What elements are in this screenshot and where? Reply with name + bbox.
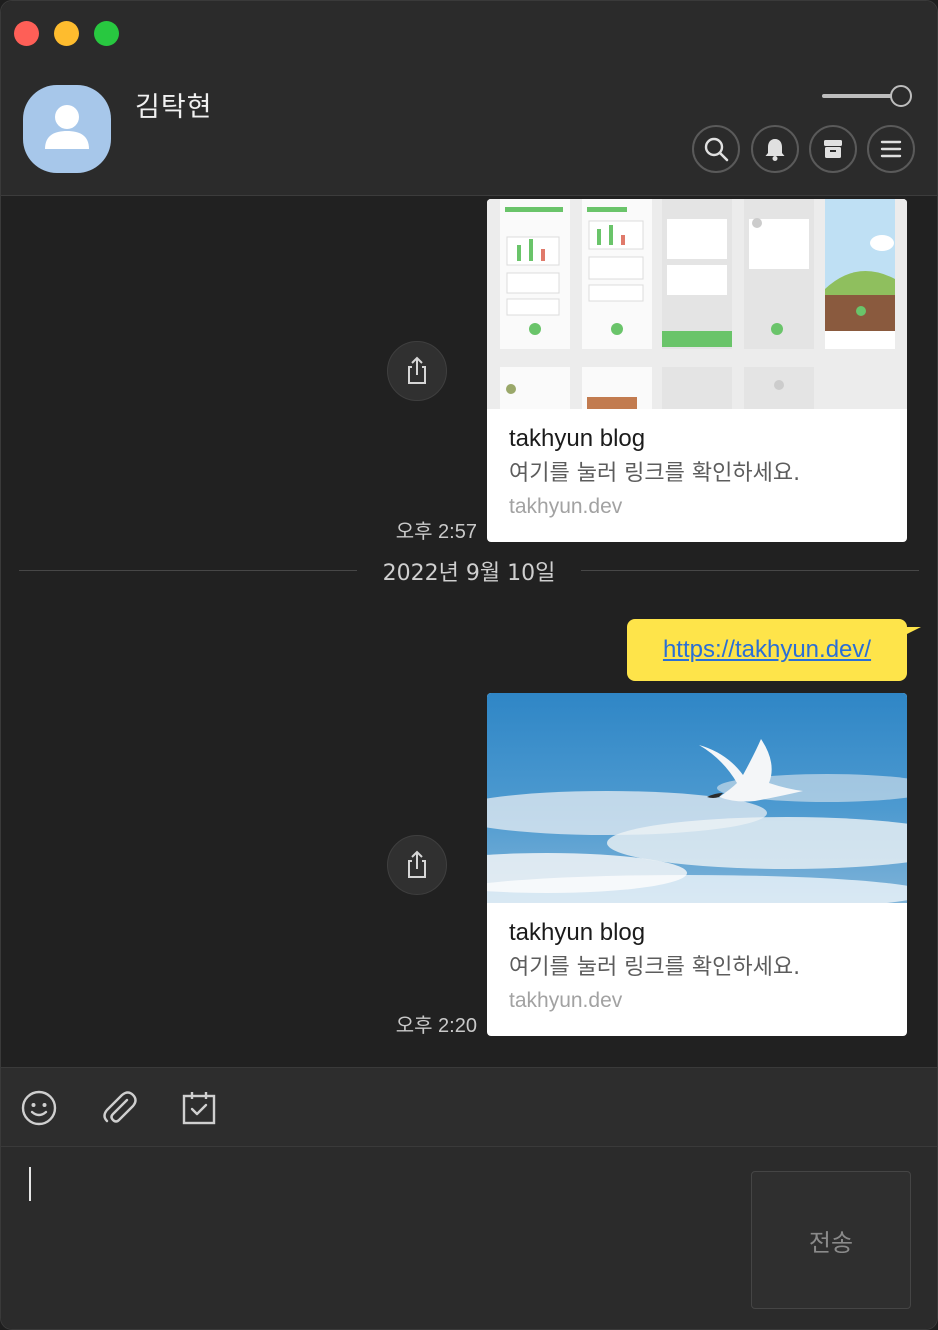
message-timestamp: 오후 2:20	[395, 1015, 477, 1037]
share-icon	[408, 850, 426, 878]
link-domain: takhyun.dev	[509, 495, 623, 518]
date-label: 2022년 9월 10일	[382, 561, 556, 586]
link-preview-card[interactable]: takhyun blog 여기를 눌러 링크를 확인하세요. takhyun.d…	[487, 199, 907, 542]
archive-button[interactable]	[809, 125, 857, 173]
link-description: 여기를 눌러 링크를 확인하세요.	[509, 461, 801, 486]
message-timestamp: 오후 2:57	[395, 521, 477, 543]
archive-icon	[824, 140, 842, 158]
search-icon	[704, 137, 729, 162]
profile-name[interactable]: 김탁현	[135, 85, 213, 124]
message-bubble[interactable]: https://takhyun.dev/	[627, 619, 907, 681]
link-preview-body: takhyun blog 여기를 눌러 링크를 확인하세요. takhyun.d…	[487, 409, 907, 519]
link-title: takhyun blog	[509, 425, 646, 452]
attachment-icon	[103, 1091, 137, 1123]
divider-line	[581, 570, 919, 571]
emoji-button[interactable]	[19, 1088, 59, 1128]
transparency-slider[interactable]	[822, 85, 914, 109]
schedule-button[interactable]	[179, 1088, 219, 1128]
message-input[interactable]	[21, 1165, 731, 1315]
avatar[interactable]	[23, 85, 111, 173]
link-description: 여기를 눌러 링크를 확인하세요.	[509, 955, 801, 980]
divider-line	[19, 570, 357, 571]
bell-icon	[765, 139, 785, 161]
minimize-window-button[interactable]	[54, 21, 79, 46]
person-icon	[45, 105, 89, 149]
share-icon	[408, 356, 426, 384]
composer: 전송	[1, 1147, 937, 1329]
slider-thumb[interactable]	[890, 85, 912, 107]
slider-track[interactable]	[822, 94, 896, 98]
send-button[interactable]: 전송	[751, 1171, 911, 1309]
text-caret	[29, 1167, 31, 1201]
link-domain: takhyun.dev	[509, 989, 623, 1012]
message-link[interactable]: https://takhyun.dev/	[663, 636, 871, 664]
link-preview-card[interactable]: takhyun blog 여기를 눌러 링크를 확인하세요. takhyun.d…	[487, 693, 907, 1036]
maximize-window-button[interactable]	[94, 21, 119, 46]
attach-file-button[interactable]	[99, 1088, 139, 1128]
menu-icon	[880, 140, 902, 158]
share-button[interactable]	[387, 341, 447, 401]
bubble-tail	[901, 627, 921, 637]
chat-header: 김탁현	[1, 1, 937, 196]
search-button[interactable]	[692, 125, 740, 173]
date-divider: 2022년 9월 10일	[19, 555, 919, 586]
link-preview-image	[487, 693, 907, 903]
composer-toolbar	[1, 1067, 937, 1147]
app-screens-collage	[487, 199, 907, 409]
link-preview-image	[487, 199, 907, 409]
close-window-button[interactable]	[14, 21, 39, 46]
link-preview-body: takhyun blog 여기를 눌러 링크를 확인하세요. takhyun.d…	[487, 903, 907, 1013]
chat-window: 김탁현 오후 2:57 takhyun blog 여기를 눌러 링크를 확인하세…	[0, 0, 938, 1330]
message-list[interactable]: 오후 2:57 takhyun blog 여기를 눌러 링크를 확인하세요. t…	[1, 197, 937, 1067]
calendar-check-icon	[182, 1092, 216, 1125]
menu-button[interactable]	[867, 125, 915, 173]
share-button[interactable]	[387, 835, 447, 895]
bird-photo	[487, 693, 907, 903]
notification-button[interactable]	[751, 125, 799, 173]
emoji-icon	[21, 1090, 57, 1126]
link-title: takhyun blog	[509, 919, 646, 946]
